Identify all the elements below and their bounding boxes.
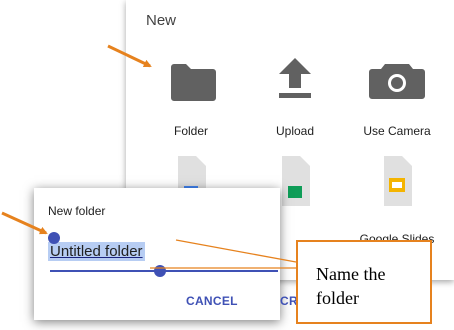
dialog-arrow [1, 211, 48, 235]
callout-text: Name the folder [316, 264, 386, 308]
callout-pointer-top [175, 239, 297, 263]
folder-arrow [107, 44, 152, 68]
callout-box: Name the folder [296, 240, 432, 324]
